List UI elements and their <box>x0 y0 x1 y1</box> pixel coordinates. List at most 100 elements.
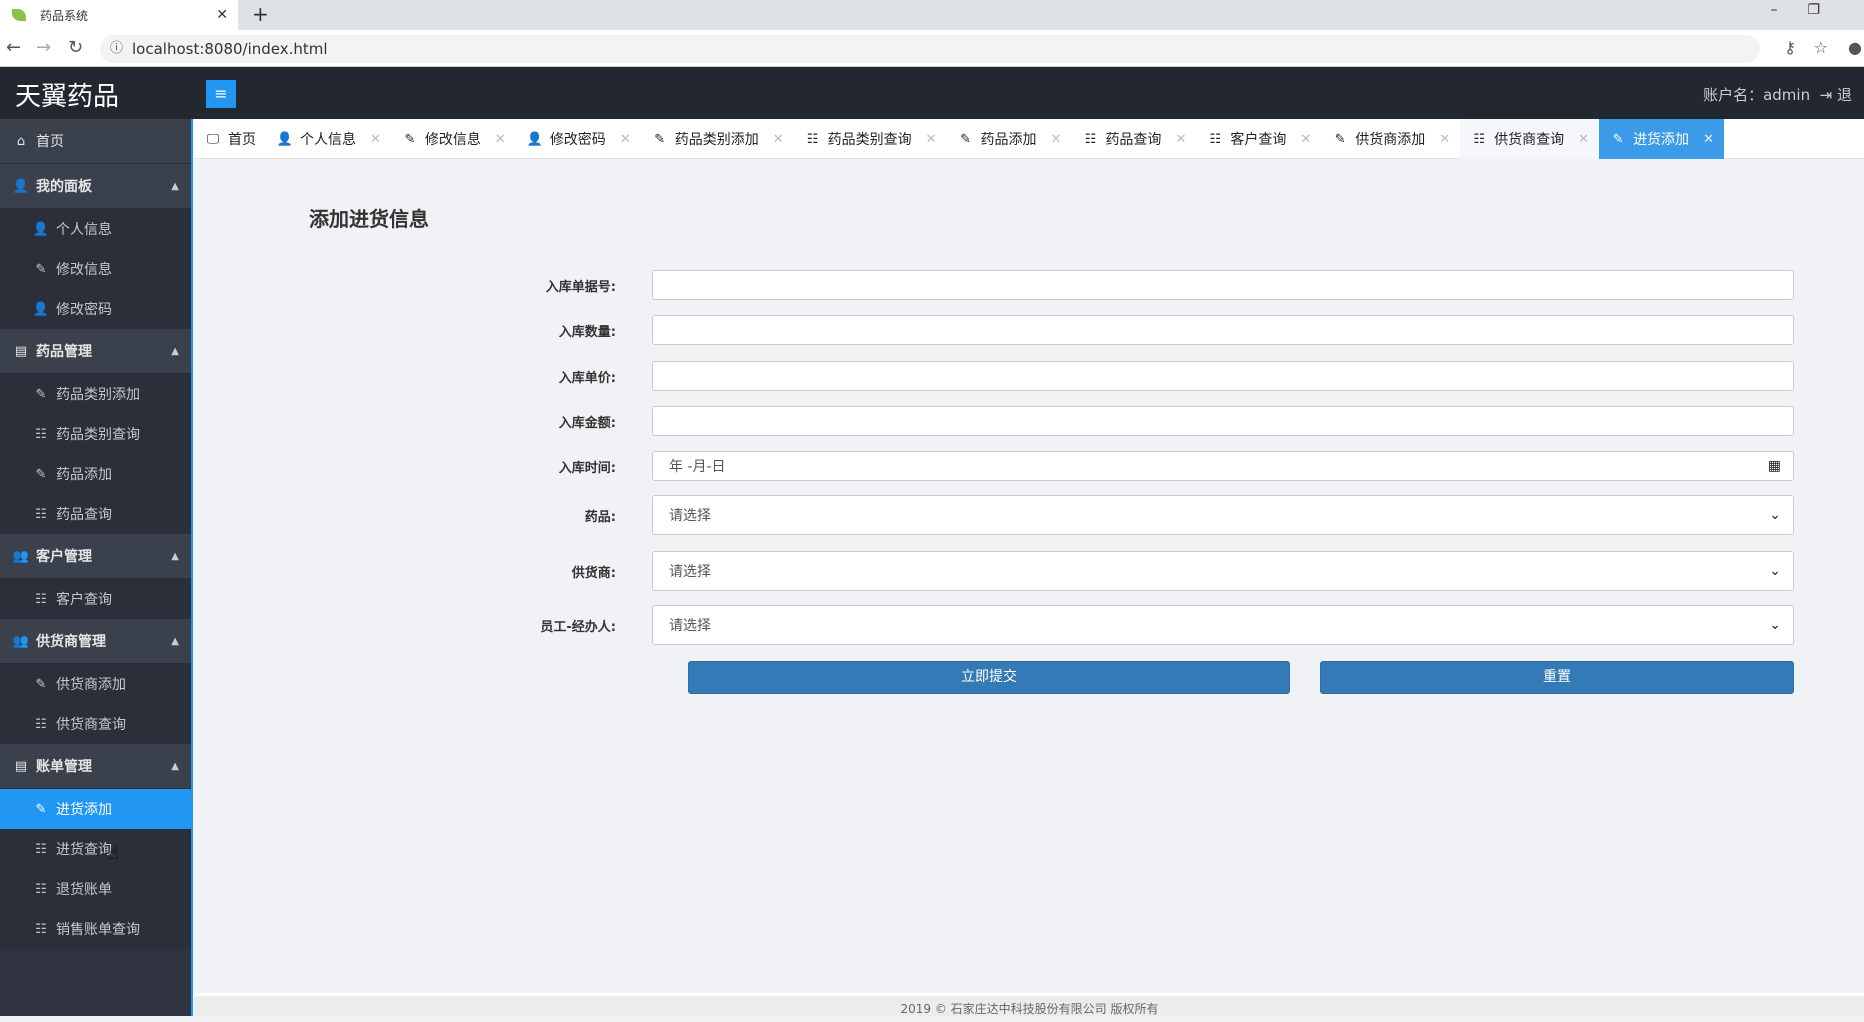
tab[interactable]: ✎ 修改信息 ✕ <box>391 119 516 159</box>
item-icon: ☷ <box>35 716 47 732</box>
sidebar-item[interactable]: 👤 个人信息 <box>0 209 191 249</box>
tab[interactable]: ☷ 供货商查询 ✕ <box>1460 119 1600 159</box>
collapse-arrow-icon[interactable]: ▲ <box>171 761 179 772</box>
close-tab-icon[interactable]: ✕ <box>1439 132 1450 147</box>
sidebar-group-header[interactable]: ▤ 药品管理 ▲ <box>0 329 191 374</box>
field-label: 入库单据号: <box>545 279 616 295</box>
sidebar-item[interactable]: ☷ 进货查询 <box>0 829 191 869</box>
tab[interactable]: ✎ 供货商添加 ✕ <box>1321 119 1460 159</box>
submit-button[interactable]: 立即提交 <box>688 661 1290 694</box>
new-tab-icon[interactable]: + <box>252 2 269 26</box>
collapse-arrow-icon[interactable]: ▲ <box>171 181 179 192</box>
collapse-arrow-icon[interactable]: ▲ <box>171 346 179 357</box>
supplier-select[interactable]: 请选择 ⌄ <box>652 551 1794 591</box>
window-controls[interactable]: –❐ <box>1770 2 1850 18</box>
employee-select[interactable]: 请选择 ⌄ <box>652 605 1794 645</box>
logout-icon[interactable]: ⇥ <box>1820 86 1833 104</box>
close-tab-icon[interactable]: ✕ <box>370 132 381 147</box>
profile-icon[interactable]: ● <box>1848 38 1862 57</box>
sidebar-item[interactable]: ☷ 药品类别查询 <box>0 414 191 454</box>
item-icon: ☷ <box>35 591 47 607</box>
item-icon: ☷ <box>35 841 47 857</box>
tab[interactable]: ☷ 药品查询 ✕ <box>1071 119 1196 159</box>
sidebar-item[interactable]: ✎ 药品添加 <box>0 454 191 494</box>
tab-label: 供货商查询 <box>1494 132 1565 148</box>
close-tab-icon[interactable]: ✕ <box>216 7 228 23</box>
sidebar-item[interactable]: ☷ 客户查询 <box>0 579 191 619</box>
tab[interactable]: 👤 修改密码 ✕ <box>516 119 641 159</box>
item-icon: ✎ <box>35 801 47 817</box>
tab[interactable]: ✎ 药品添加 ✕ <box>947 119 1072 159</box>
close-tab-icon[interactable]: ✕ <box>1703 132 1714 147</box>
close-tab-icon[interactable]: ✕ <box>1051 132 1062 147</box>
form-row-date: 入库时间: 年 -月-日 ▦ <box>540 451 1794 481</box>
tab-icon: ☷ <box>1084 131 1097 147</box>
reset-button[interactable]: 重置 <box>1320 661 1794 694</box>
sidebar-item[interactable]: ✎ 修改信息 <box>0 249 191 289</box>
tab[interactable]: ✎ 药品类别添加 ✕ <box>641 119 794 159</box>
selected-value: 请选择 <box>669 564 711 580</box>
browser-tab[interactable]: 药品系统 ✕ <box>0 0 238 30</box>
tab-label: 修改信息 <box>424 132 481 148</box>
close-tab-icon[interactable]: ✕ <box>773 132 784 147</box>
sidebar-item[interactable]: ✎ 药品类别添加 <box>0 374 191 414</box>
mouse-cursor-icon: ☝ <box>108 843 119 864</box>
close-tab-icon[interactable]: ✕ <box>620 132 631 147</box>
date-input[interactable]: 年 -月-日 ▦ <box>652 451 1794 481</box>
footer: 2019 © 石家庄达中科技股份有限公司 版权所有 <box>195 993 1864 1016</box>
tab[interactable]: ☷ 药品类别查询 ✕ <box>794 119 947 159</box>
tab-label: 修改密码 <box>549 132 606 148</box>
collapse-arrow-icon[interactable]: ▲ <box>171 551 179 562</box>
sidebar-item-label: 供货商添加 <box>56 677 126 693</box>
close-tab-icon[interactable]: ✕ <box>1300 132 1311 147</box>
drug-select[interactable]: 请选择 ⌄ <box>652 495 1794 535</box>
reload-icon[interactable]: ↻ <box>68 37 83 58</box>
receipt-no-input[interactable] <box>652 270 1794 300</box>
address-bar-row: ← → ↻ ⓘ localhost:8080/index.html ⚷ ☆ ● <box>0 30 1864 67</box>
form-row-quantity: 入库数量: <box>540 315 1794 345</box>
sidebar-item[interactable]: ☷ 供货商查询 <box>0 704 191 744</box>
tab[interactable]: ☷ 客户查询 ✕ <box>1196 119 1321 159</box>
tab[interactable]: 👤 个人信息 ✕ <box>266 119 391 159</box>
sidebar-group-label: 药品管理 <box>36 344 92 360</box>
sidebar-item-home[interactable]: ⌂ 首页 <box>0 119 191 164</box>
tab[interactable]: 🖵 首页 <box>194 119 266 159</box>
sidebar-item-label: 修改信息 <box>56 262 112 278</box>
sidebar-item[interactable]: ☷ 销售账单查询 <box>0 909 191 949</box>
close-tab-icon[interactable]: ✕ <box>1175 132 1186 147</box>
back-icon[interactable]: ← <box>6 37 21 58</box>
close-tab-icon[interactable]: ✕ <box>495 132 506 147</box>
collapse-arrow-icon[interactable]: ▲ <box>171 636 179 647</box>
favicon-icon <box>12 9 26 21</box>
home-icon: ⌂ <box>16 133 26 149</box>
forward-icon[interactable]: → <box>36 37 51 58</box>
calendar-icon[interactable]: ▦ <box>1768 458 1781 474</box>
field-label: 供货商: <box>571 565 616 581</box>
logout-link[interactable]: 退 <box>1837 86 1852 104</box>
account-info: 账户名：admin ⇥ 退 <box>1703 84 1852 105</box>
url-input[interactable]: ⓘ localhost:8080/index.html <box>100 35 1760 63</box>
sidebar-group-header[interactable]: ▤ 账单管理 ▲ <box>0 744 191 789</box>
sidebar-group-header[interactable]: 👥 客户管理 ▲ <box>0 534 191 579</box>
sidebar-item-label: 药品查询 <box>56 507 112 523</box>
tab[interactable]: ✎ 进货添加 ✕ <box>1599 119 1724 159</box>
sidebar-group-label: 供货商管理 <box>36 634 106 650</box>
close-tab-icon[interactable]: ✕ <box>926 132 937 147</box>
star-icon[interactable]: ☆ <box>1814 38 1828 57</box>
amount-input[interactable] <box>652 406 1794 436</box>
menu-toggle-button[interactable]: ≡ <box>206 80 236 108</box>
sidebar-item[interactable]: ✎ 供货商添加 <box>0 664 191 704</box>
tab-label: 客户查询 <box>1230 132 1287 148</box>
close-tab-icon[interactable]: ✕ <box>1578 132 1589 147</box>
quantity-input[interactable] <box>652 315 1794 345</box>
sidebar-item-label: 退货账单 <box>56 882 112 898</box>
sidebar-item[interactable]: ☷ 药品查询 <box>0 494 191 534</box>
key-icon[interactable]: ⚷ <box>1784 38 1796 57</box>
sidebar-item[interactable]: 👤 修改密码 <box>0 289 191 329</box>
sidebar-item[interactable]: ✎ 进货添加 <box>0 789 191 829</box>
sidebar-item[interactable]: ☷ 退货账单 <box>0 869 191 909</box>
unit-price-input[interactable] <box>652 361 1794 391</box>
sidebar-group-header[interactable]: 👤 我的面板 ▲ <box>0 164 191 209</box>
sidebar-item-label: 进货添加 <box>56 802 112 818</box>
sidebar-group-header[interactable]: 👥 供货商管理 ▲ <box>0 619 191 664</box>
